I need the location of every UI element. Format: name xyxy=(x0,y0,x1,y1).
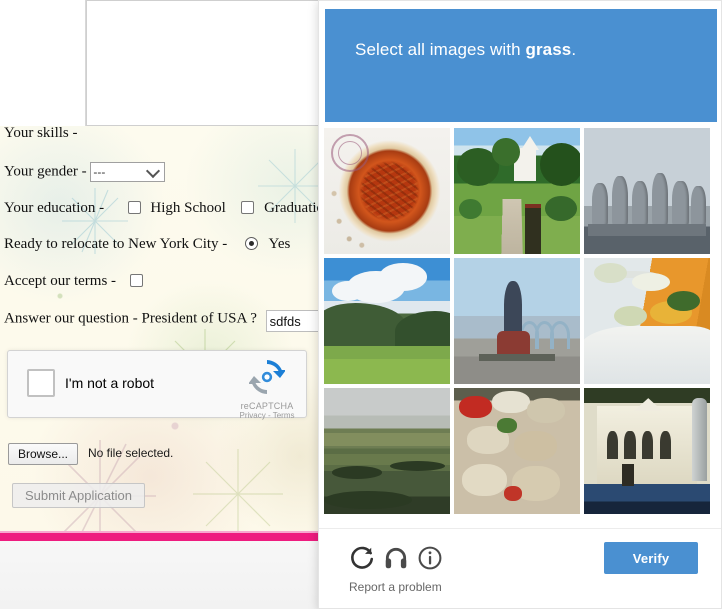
browse-file-button[interactable]: Browse... xyxy=(8,443,79,465)
captcha-footer: Report a problem Verify xyxy=(319,528,721,608)
captcha-tile[interactable] xyxy=(454,258,580,384)
recaptcha-logo-icon xyxy=(248,360,286,394)
checkbox-graduation[interactable] xyxy=(241,201,255,214)
audio-icon[interactable] xyxy=(383,545,409,571)
tile-image-monument-plaza xyxy=(454,258,580,384)
checkbox-accept-terms[interactable] xyxy=(129,274,143,287)
gender-select[interactable]: --- xyxy=(90,162,166,182)
recaptcha-widget[interactable]: I'm not a robot reCAPTCHA Privacy - Term… xyxy=(7,350,307,420)
captcha-tile[interactable] xyxy=(584,258,710,384)
captcha-tile[interactable] xyxy=(454,388,580,514)
captcha-tile[interactable] xyxy=(454,128,580,254)
info-icon[interactable] xyxy=(417,545,443,571)
field-row-relocate: Ready to relocate to New York City - Yes xyxy=(4,236,290,253)
label-relocate-yes: Yes xyxy=(268,236,291,252)
floral-burst xyxy=(190,446,286,542)
field-row-education: Your education - High School Graduation xyxy=(4,200,332,217)
education-label: Your education - xyxy=(4,200,105,216)
submit-application-button[interactable]: Submit Application xyxy=(12,483,145,508)
question-label: Answer our question - President of USA ? xyxy=(4,310,257,327)
tile-image-pecan-pie xyxy=(324,128,450,254)
field-row-terms: Accept our terms - xyxy=(4,273,143,290)
skills-label: Your skills - xyxy=(4,125,78,141)
recaptcha-checkbox[interactable] xyxy=(27,369,55,397)
tile-image-countryside-fields xyxy=(324,388,450,514)
tile-image-mountain-grass-field xyxy=(324,258,450,384)
gender-select-wrapper[interactable]: --- xyxy=(90,162,166,182)
field-row-skills: Your skills - xyxy=(4,125,78,142)
captcha-prompt-target: grass xyxy=(525,40,572,59)
captcha-header: Select all images with grass. xyxy=(325,9,717,122)
tile-image-park-grass xyxy=(454,128,580,254)
captcha-prompt: Select all images with grass. xyxy=(355,40,576,60)
reload-icon[interactable] xyxy=(349,545,375,571)
gender-label: Your gender - xyxy=(4,163,87,180)
relocate-label: Ready to relocate to New York City - xyxy=(4,236,228,252)
recaptcha-brand: reCAPTCHA xyxy=(240,401,294,411)
label-high-school: High School xyxy=(150,200,226,216)
captcha-tile[interactable] xyxy=(324,388,450,514)
recaptcha-logo: reCAPTCHA Privacy - Terms xyxy=(238,359,296,420)
radio-relocate-yes[interactable] xyxy=(244,237,258,250)
report-problem-link[interactable]: Report a problem xyxy=(349,580,442,594)
verify-button[interactable]: Verify xyxy=(604,542,698,574)
captcha-tile[interactable] xyxy=(584,388,710,514)
field-row-gender: Your gender - --- xyxy=(4,162,166,182)
captcha-tile[interactable] xyxy=(324,258,450,384)
captcha-prompt-suffix: . xyxy=(571,40,577,59)
captcha-prompt-prefix: Select all images with xyxy=(355,40,526,59)
tile-image-statue-group xyxy=(584,128,710,254)
captcha-tile[interactable] xyxy=(324,128,450,254)
checkbox-high-school[interactable] xyxy=(127,201,141,214)
tile-image-market-food-stall xyxy=(454,388,580,514)
field-row-question: Answer our question - President of USA ? xyxy=(4,310,334,332)
recaptcha-legal[interactable]: Privacy - Terms xyxy=(238,411,296,420)
captcha-tile[interactable] xyxy=(584,128,710,254)
terms-label: Accept our terms - xyxy=(4,273,117,289)
tile-image-buffet-table xyxy=(584,258,710,384)
file-status-text: No file selected. xyxy=(88,446,174,460)
recaptcha-label: I'm not a robot xyxy=(65,375,155,391)
form-left-gutter xyxy=(0,0,86,126)
tile-image-colonial-building xyxy=(584,388,710,514)
